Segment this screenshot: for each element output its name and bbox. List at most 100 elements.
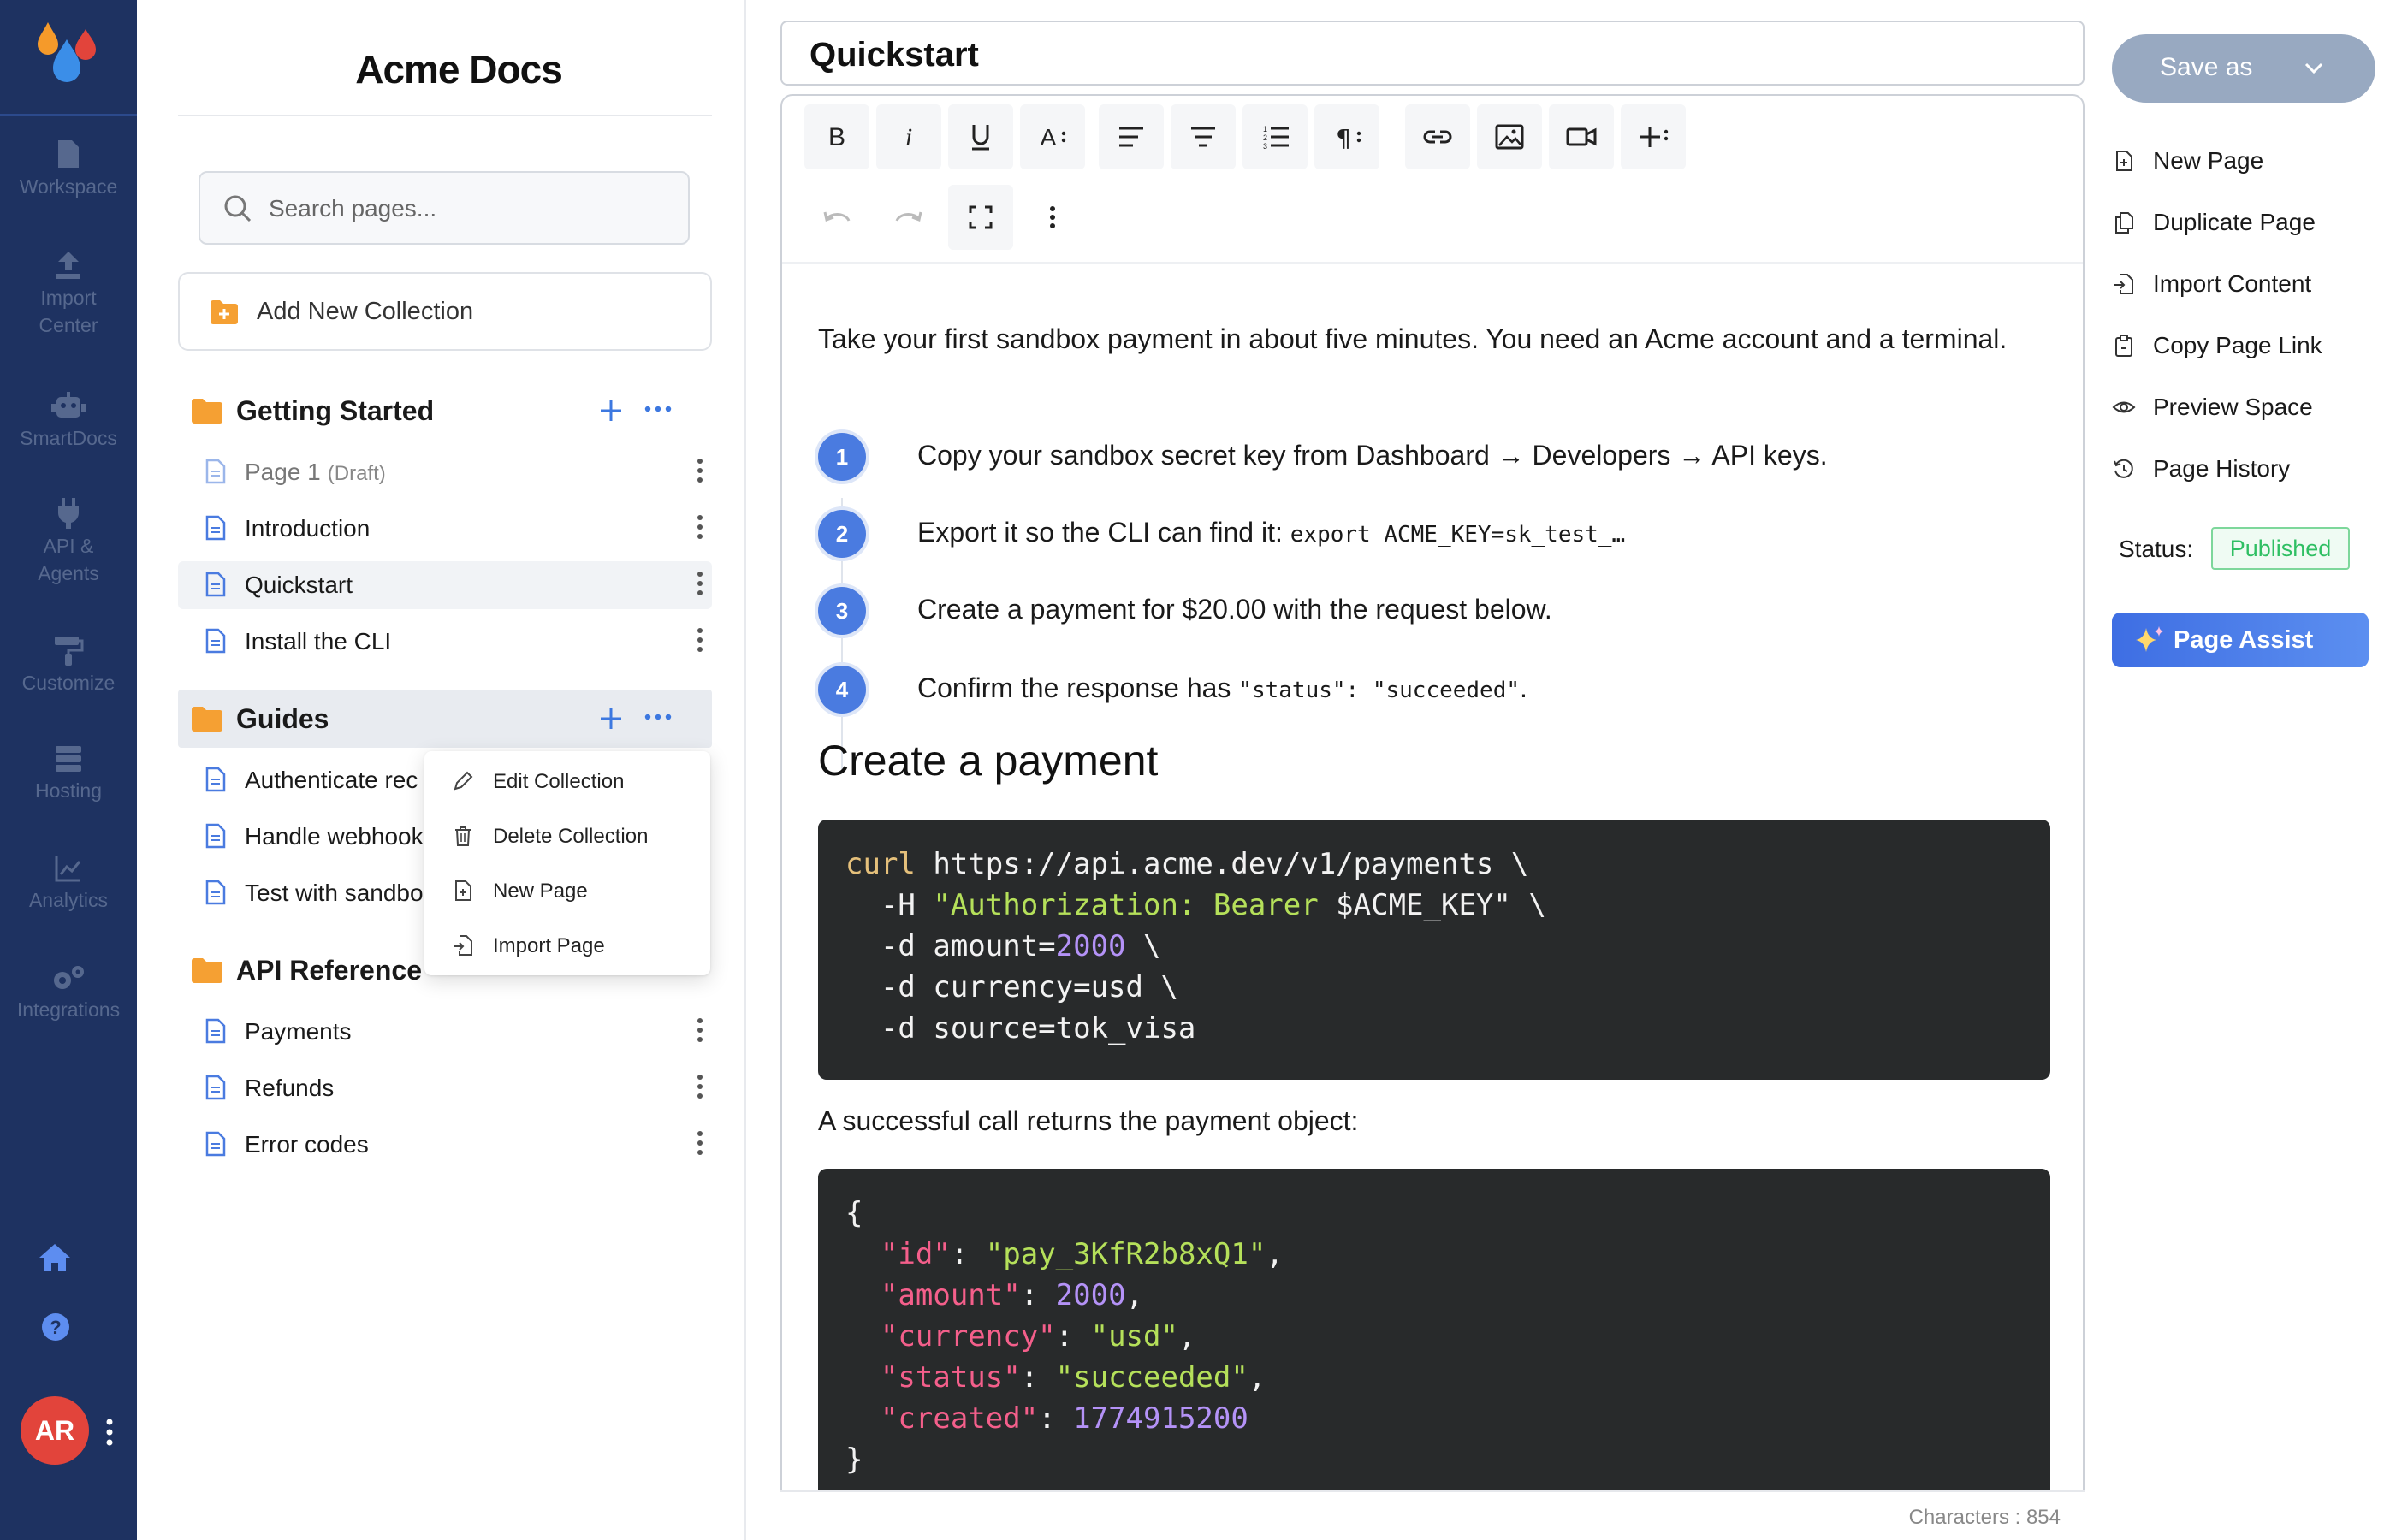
undo-button[interactable] — [804, 185, 869, 250]
section-heading[interactable]: Create a payment — [818, 736, 1158, 785]
step-item[interactable]: 3 Create a payment for $20.00 with the r… — [818, 580, 2050, 640]
page-assist-button[interactable]: Page Assist — [2112, 613, 2369, 667]
add-page-icon[interactable] — [596, 395, 626, 426]
page-menu-icon[interactable] — [697, 570, 703, 597]
step-item[interactable]: 1 Copy your sandbox secret key from Dash… — [818, 426, 2050, 486]
copy-page-link-action[interactable]: Copy Page Link — [2112, 323, 2369, 366]
svg-text:1: 1 — [1263, 125, 1267, 133]
redo-icon — [895, 211, 922, 222]
page-menu-icon[interactable] — [697, 626, 703, 654]
video-button[interactable] — [1549, 104, 1614, 169]
paragraph-button[interactable]: ¶ — [1314, 104, 1379, 169]
insert-more-button[interactable] — [1621, 104, 1686, 169]
import-content-action[interactable]: Import Content — [2112, 262, 2369, 305]
save-as-button[interactable]: Save as — [2112, 34, 2375, 103]
video-icon — [1566, 127, 1597, 146]
more-options-icon[interactable] — [643, 404, 673, 414]
link-button[interactable] — [1405, 104, 1470, 169]
align-left-button[interactable] — [1099, 104, 1164, 169]
numbered-list-button[interactable]: 123 — [1242, 104, 1308, 169]
page-item[interactable]: Payments — [178, 1008, 712, 1056]
nav-analytics[interactable]: Analytics — [0, 854, 137, 914]
image-button[interactable] — [1477, 104, 1542, 169]
avatar-menu-icon[interactable] — [101, 1415, 118, 1449]
nav-customize[interactable]: Customize — [0, 635, 137, 696]
json-code-block[interactable]: { "id": "pay_3KfR2b8xQ1", "amount": 2000… — [818, 1169, 2050, 1511]
page-history-action[interactable]: Page History — [2112, 447, 2369, 489]
menu-delete-collection[interactable]: Delete Collection — [424, 808, 710, 862]
page-item[interactable]: Page 1 (Draft) — [178, 448, 712, 496]
drops-logo-icon — [38, 22, 96, 82]
align-center-button[interactable] — [1171, 104, 1236, 169]
bold-button[interactable]: B — [804, 104, 869, 169]
svg-text:B: B — [828, 123, 845, 151]
fullscreen-icon — [969, 205, 993, 229]
page-label: Page 1 (Draft) — [245, 459, 386, 485]
page-icon — [205, 628, 226, 654]
collection-getting-started[interactable]: Getting Started — [178, 382, 712, 440]
page-label: Test with sandbo — [245, 880, 424, 906]
menu-edit-collection[interactable]: Edit Collection — [424, 753, 710, 808]
page-item[interactable]: Error codes — [178, 1121, 712, 1169]
nav-workspace[interactable]: Workspace — [0, 139, 137, 200]
paragraph-icon: ¶ — [1336, 124, 1361, 152]
italic-button[interactable]: i — [876, 104, 941, 169]
curl-code-block[interactable]: curl https://api.acme.dev/v1/payments \ … — [818, 820, 2050, 1080]
underline-button[interactable] — [948, 104, 1013, 169]
intro-paragraph[interactable]: Take your first sandbox payment in about… — [818, 322, 2016, 356]
file-icon — [58, 140, 79, 168]
gears-icon — [54, 966, 84, 989]
add-page-icon[interactable] — [596, 703, 626, 734]
svg-text:¶: ¶ — [1336, 124, 1351, 152]
add-collection-label: Add New Collection — [257, 298, 474, 325]
plug-icon — [58, 498, 79, 529]
menu-label: New Page — [493, 880, 588, 903]
page-item[interactable]: Install the CLI — [178, 618, 712, 666]
search-box[interactable] — [199, 171, 690, 245]
menu-new-page[interactable]: New Page — [424, 862, 710, 917]
page-title-field[interactable]: Quickstart — [780, 21, 2085, 86]
page-menu-icon[interactable] — [697, 1129, 703, 1157]
more-tools-button[interactable] — [1020, 185, 1085, 250]
eye-icon — [2112, 401, 2136, 413]
preview-space-action[interactable]: Preview Space — [2112, 385, 2369, 428]
more-options-icon[interactable] — [643, 712, 673, 722]
step-text: Export it so the CLI can find it: export… — [917, 517, 1626, 548]
step-item[interactable]: 4 Confirm the response has "status": "su… — [818, 659, 2050, 719]
new-page-action[interactable]: New Page — [2112, 139, 2369, 181]
page-menu-icon[interactable] — [697, 457, 703, 484]
menu-label: Edit Collection — [493, 770, 625, 793]
body-paragraph[interactable]: A successful call returns the payment ob… — [818, 1105, 1358, 1137]
nav-import-center[interactable]: Import Center — [0, 250, 137, 339]
page-menu-icon[interactable] — [697, 1073, 703, 1100]
home-icon[interactable] — [38, 1242, 72, 1273]
search-input[interactable] — [269, 190, 671, 228]
page-icon — [205, 880, 226, 905]
nav-label: Workspace — [19, 175, 118, 198]
nav-smartdocs[interactable]: SmartDocs — [0, 390, 137, 452]
nav-integrations[interactable]: Integrations — [0, 963, 137, 1023]
step-number: 3 — [818, 587, 866, 635]
add-collection-button[interactable]: Add New Collection — [178, 272, 712, 351]
step-item[interactable]: 2 Export it so the CLI can find it: expo… — [818, 503, 2050, 563]
nav-hosting[interactable]: Hosting — [0, 744, 137, 804]
nav-api-agents[interactable]: API & Agents — [0, 498, 137, 587]
user-avatar[interactable]: AR — [21, 1396, 89, 1465]
status-badge: Published — [2211, 527, 2350, 570]
page-menu-icon[interactable] — [697, 513, 703, 541]
collection-context-menu: Edit Collection Delete Collection New Pa… — [424, 751, 710, 975]
page-item[interactable]: Introduction — [178, 505, 712, 553]
help-icon[interactable]: ? — [41, 1312, 70, 1342]
fullscreen-button[interactable] — [948, 185, 1013, 250]
menu-import-page[interactable]: Import Page — [424, 917, 710, 972]
page-item[interactable]: Refunds — [178, 1064, 712, 1112]
font-size-button[interactable]: A — [1020, 104, 1085, 169]
redo-button[interactable] — [876, 185, 941, 250]
page-item-selected[interactable]: Quickstart — [178, 561, 712, 609]
page-label: Error codes — [245, 1131, 369, 1158]
new-page-icon — [455, 880, 471, 901]
page-menu-icon[interactable] — [697, 1016, 703, 1044]
app-logo[interactable] — [0, 0, 137, 116]
duplicate-page-action[interactable]: Duplicate Page — [2112, 200, 2369, 243]
collection-guides[interactable]: Guides — [178, 690, 712, 748]
